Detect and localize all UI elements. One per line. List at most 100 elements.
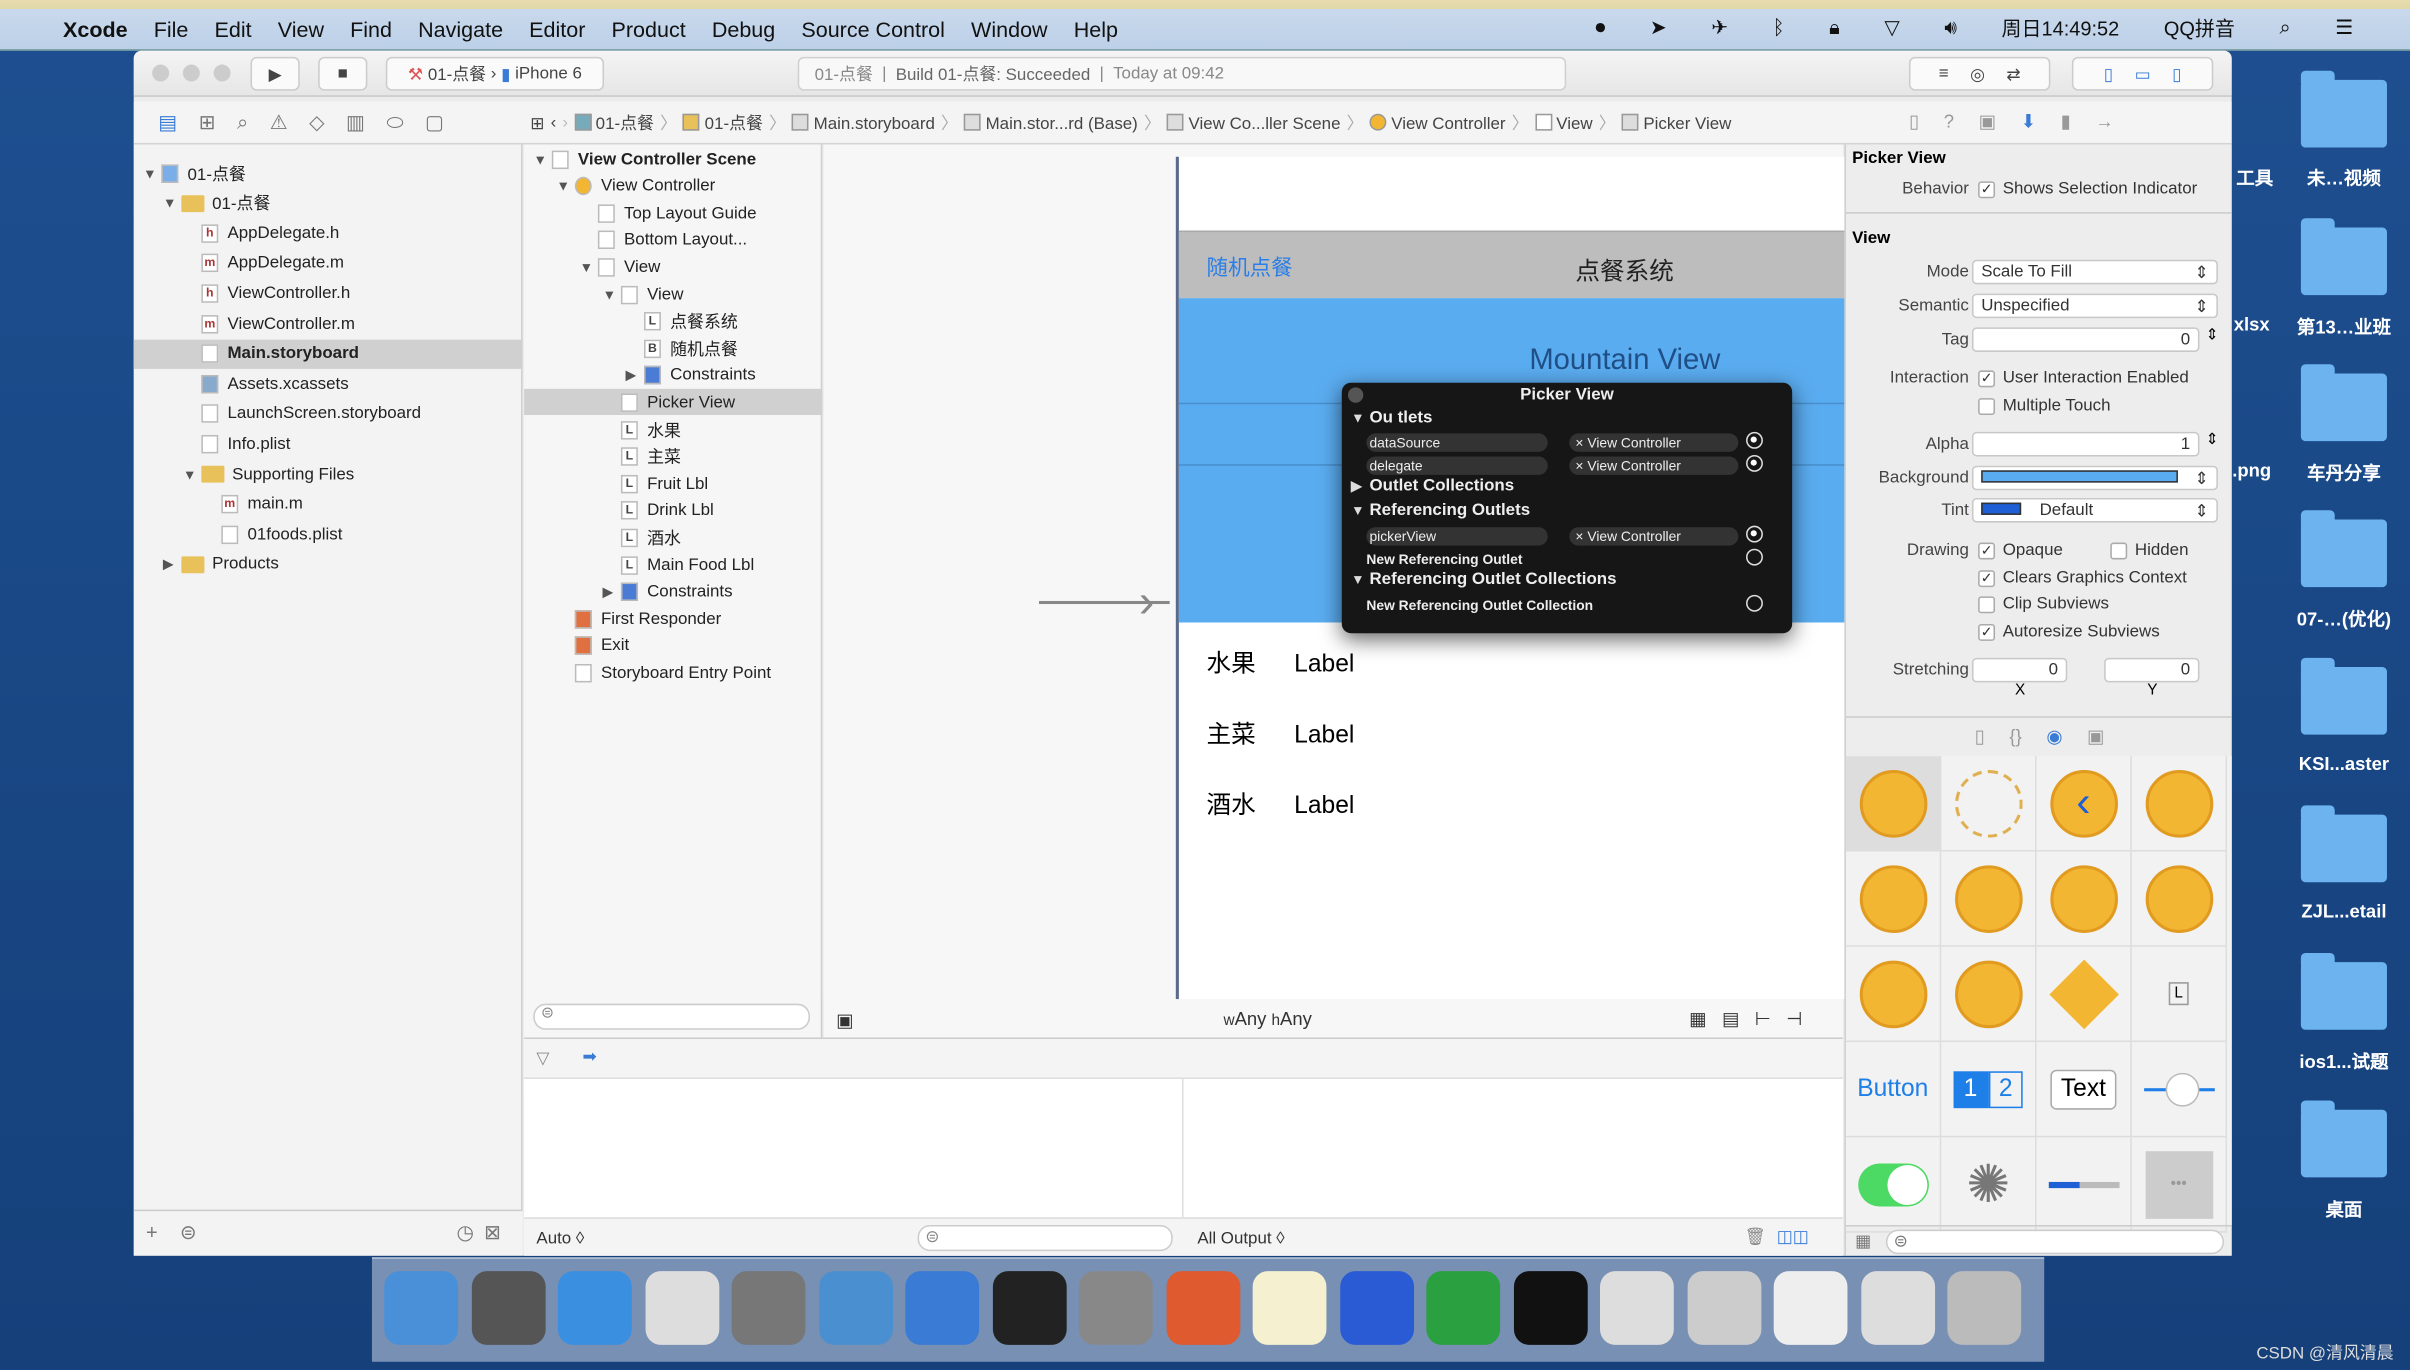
project-navigator-icon[interactable]: ▤ bbox=[158, 111, 177, 136]
menu-debug[interactable]: Debug bbox=[712, 17, 775, 42]
tag-field[interactable]: 0 bbox=[1971, 327, 2200, 352]
debug-toggle-icon[interactable]: ▭ bbox=[2135, 64, 2151, 83]
slider-object[interactable] bbox=[2131, 1042, 2228, 1138]
semantic-select[interactable]: Unspecified ⇕ bbox=[1971, 293, 2218, 319]
help-inspector-icon[interactable]: ? bbox=[1944, 111, 1954, 133]
page-control-object[interactable]: ••• bbox=[2131, 1137, 2228, 1233]
system-preferences-dock-icon[interactable] bbox=[1078, 1271, 1153, 1345]
connection-circle-icon[interactable] bbox=[1746, 431, 1763, 449]
navigator-item[interactable]: 01foods.plist bbox=[203, 520, 342, 549]
breadcrumb-item[interactable]: View Co...ller Scene bbox=[1167, 112, 1341, 133]
menu-product[interactable]: Product bbox=[612, 17, 686, 42]
stretch-y-field[interactable]: 0 bbox=[2104, 657, 2200, 683]
test-navigator-icon[interactable]: ◇ bbox=[309, 111, 324, 136]
filter-icon[interactable]: ⊜ bbox=[180, 1220, 197, 1245]
issue-navigator-icon[interactable]: ⚠ bbox=[270, 111, 288, 136]
desktop-item-label[interactable]: ZJL...etail bbox=[2282, 901, 2405, 923]
folder-icon[interactable] bbox=[2300, 657, 2387, 735]
breakpoint-navigator-icon[interactable]: ⬭ bbox=[386, 111, 403, 136]
media-library-icon[interactable]: ▣ bbox=[2087, 725, 2104, 756]
file-inspector-icon[interactable]: ▯ bbox=[1909, 111, 1919, 133]
menu-window[interactable]: Window bbox=[971, 17, 1048, 42]
navigator-item[interactable]: LaunchScreen.storyboard bbox=[183, 399, 421, 428]
navigator-item[interactable]: h AppDelegate.h bbox=[183, 219, 339, 248]
object-object[interactable] bbox=[2036, 946, 2132, 1043]
stretch-x-field[interactable]: 0 bbox=[1971, 657, 2068, 683]
outline-item[interactable]: Picker View bbox=[524, 389, 823, 416]
menu-file[interactable]: File bbox=[154, 17, 189, 42]
scm-filter-icon[interactable]: ⊠ bbox=[484, 1220, 501, 1245]
breadcrumb-item[interactable]: View bbox=[1534, 112, 1593, 133]
input-method[interactable]: QQ拼音 bbox=[2164, 12, 2235, 41]
connections-inspector-icon[interactable]: → bbox=[2095, 111, 2113, 133]
page-view-controller-object[interactable] bbox=[2131, 851, 2228, 947]
navigation-bar[interactable]: 随机点餐 点餐系统 bbox=[1178, 230, 1848, 299]
outlets-header[interactable]: ▼ Ou tlets bbox=[1351, 409, 1432, 427]
run-button[interactable]: ▶ bbox=[250, 56, 300, 91]
breadcrumb-item[interactable]: Main.stor...rd (Base) bbox=[964, 112, 1138, 133]
navigation-controller-object[interactable]: ‹ bbox=[2036, 756, 2132, 852]
navigator-item[interactable]: h ViewController.h bbox=[183, 279, 350, 308]
opaque-checkbox[interactable]: ✓ Opaque bbox=[1978, 541, 2063, 559]
assistant-editor-icon[interactable]: ◎ bbox=[1970, 64, 1985, 83]
outline-item[interactable]: ▼ View bbox=[603, 281, 683, 307]
shows-selection-checkbox[interactable]: ✓ Shows Selection Indicator bbox=[1978, 180, 2197, 198]
folder-icon[interactable] bbox=[2300, 952, 2387, 1030]
size-class-button[interactable]: wAny hAny bbox=[1223, 1008, 1311, 1030]
connection-circle-icon[interactable] bbox=[1746, 525, 1763, 543]
folder-icon[interactable] bbox=[2300, 805, 2387, 883]
screen-record-icon[interactable]: ⏺ bbox=[1595, 15, 1605, 40]
bluetooth-icon[interactable]: ᛒ bbox=[1773, 15, 1785, 38]
debug-navigator-icon[interactable]: ▥ bbox=[346, 111, 365, 136]
label-object[interactable]: L bbox=[2131, 946, 2228, 1043]
outline-item[interactable]: L 酒水 bbox=[603, 525, 681, 551]
find-navigator-icon[interactable]: ⌕ bbox=[237, 111, 248, 136]
disclosure-triangle-icon[interactable]: ▶ bbox=[626, 367, 644, 384]
menu-view[interactable]: View bbox=[278, 17, 324, 42]
outline-item[interactable]: ▼ View Controller bbox=[556, 173, 715, 199]
recent-icon[interactable]: ◷ bbox=[456, 1220, 473, 1245]
terminal-dock-icon[interactable] bbox=[992, 1271, 1066, 1345]
preview-dock-icon[interactable] bbox=[1600, 1271, 1674, 1345]
safari-dock-icon[interactable] bbox=[557, 1271, 632, 1345]
clock[interactable]: 周日14:49:52 bbox=[2002, 12, 2120, 41]
report-navigator-icon[interactable]: ▢ bbox=[425, 111, 444, 136]
main-food-label[interactable]: 主菜 bbox=[1207, 722, 1256, 748]
outline-item[interactable]: Bottom Layout... bbox=[579, 227, 747, 253]
outline-toggle-icon[interactable]: ▣ bbox=[836, 1010, 853, 1032]
fruit-label[interactable]: 水果 bbox=[1207, 652, 1256, 678]
outlet-connection[interactable]: delegate × View Controller bbox=[1366, 454, 1763, 475]
minimize-button[interactable] bbox=[182, 64, 200, 82]
clip-subviews-checkbox[interactable]: Clip Subviews bbox=[1978, 595, 2109, 613]
trash-dock-icon[interactable] bbox=[1947, 1271, 2022, 1345]
folder-icon[interactable] bbox=[2300, 70, 2387, 148]
zoom-button[interactable] bbox=[213, 64, 231, 82]
scheme-selector[interactable]: ⚒ 01-点餐 › ▮ iPhone 6 bbox=[385, 56, 605, 91]
drink-value-label[interactable]: Label bbox=[1294, 793, 1354, 819]
desktop-item-label[interactable]: 桌面 bbox=[2282, 1196, 2405, 1222]
close-popover-icon[interactable] bbox=[1347, 387, 1364, 403]
image-dock-icon[interactable] bbox=[1860, 1271, 1935, 1345]
breadcrumb-item[interactable]: 01-点餐 bbox=[683, 111, 763, 136]
layout-tools[interactable]: ▦▤⊢⊣ bbox=[1689, 1008, 1817, 1030]
outline-item[interactable]: ▶ Constraints bbox=[603, 579, 733, 605]
output-select[interactable]: All Output ◊ bbox=[1197, 1230, 1284, 1248]
navigator-item[interactable]: Main.storyboard bbox=[133, 339, 523, 369]
disclosure-triangle-icon[interactable]: ▶ bbox=[163, 556, 181, 573]
navigator-item[interactable]: m AppDelegate.m bbox=[183, 249, 344, 278]
outline-item[interactable]: ▶ Constraints bbox=[626, 362, 756, 388]
folder-icon[interactable] bbox=[2300, 510, 2387, 588]
collection-view-controller-object[interactable] bbox=[1845, 851, 1942, 947]
airplane-icon[interactable]: ✈ bbox=[1711, 15, 1728, 40]
symbol-navigator-icon[interactable]: ⊞ bbox=[199, 111, 216, 136]
identity-inspector-icon[interactable]: ▣ bbox=[1979, 111, 1996, 133]
location-icon[interactable]: ➤ bbox=[1650, 15, 1667, 40]
av-player-controller-object[interactable] bbox=[1941, 946, 2037, 1043]
outline-filter-input[interactable]: ⊜ bbox=[533, 1003, 810, 1030]
folder-icon[interactable] bbox=[2300, 1100, 2387, 1178]
alpha-stepper[interactable]: ⇕ bbox=[2206, 432, 2219, 449]
close-button[interactable] bbox=[152, 64, 170, 82]
navigator-toggle-icon[interactable]: ▯ bbox=[2104, 64, 2113, 83]
navigator-item[interactable]: ▼ 01-点餐 bbox=[143, 158, 246, 187]
fruit-value-label[interactable]: Label bbox=[1294, 652, 1354, 678]
